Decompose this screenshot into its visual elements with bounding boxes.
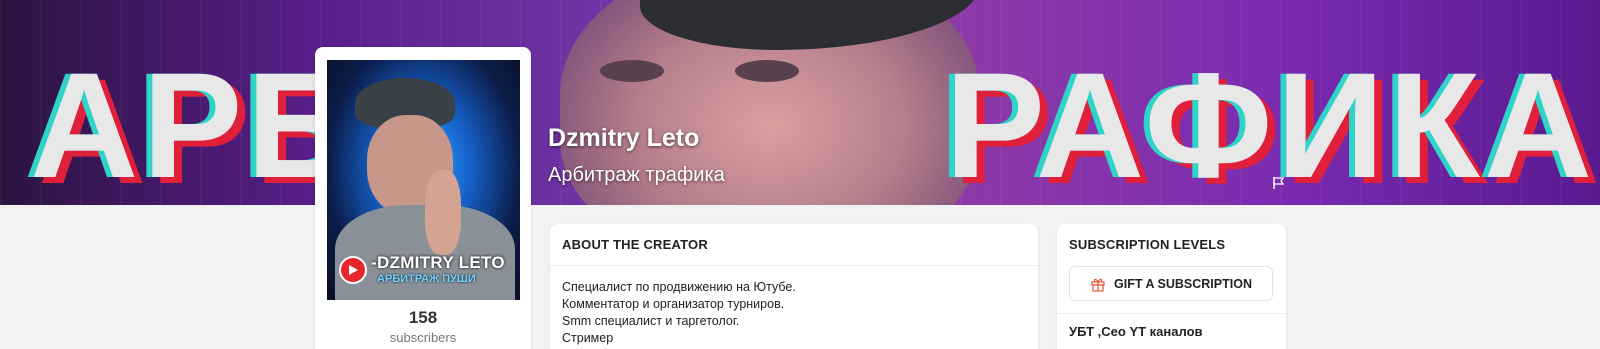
divider <box>1057 313 1286 314</box>
about-line: Smm специалист и таргетолог. <box>562 314 740 328</box>
subscribers-count: 158 <box>408 308 438 327</box>
cover-eye-right <box>735 60 799 82</box>
about-heading: ABOUT THE CREATOR <box>550 224 1038 266</box>
subscribers-label: subscribers <box>389 330 457 345</box>
avatar[interactable]: -DZMITRY LETO АРБИТРАЖ ПУШИ <box>327 60 520 300</box>
about-line: Специалист по продвижению на Ютубе. <box>562 280 796 294</box>
about-creator-card: ABOUT THE CREATOR Специалист по продвиже… <box>550 224 1038 349</box>
gift-subscription-button[interactable]: GIFT A SUBSCRIPTION <box>1069 266 1273 301</box>
avatar-hands <box>425 170 461 255</box>
about-line: Комментатор и организатор турниров. <box>562 297 785 311</box>
gift-button-label: GIFT A SUBSCRIPTION <box>1114 276 1252 291</box>
avatar-title: -DZMITRY LETO <box>371 253 505 272</box>
profile-card: -DZMITRY LETO АРБИТРАЖ ПУШИ 158 subscrib… <box>315 47 531 349</box>
gift-icon <box>1091 278 1105 292</box>
cover-banner-text-left: АРБ <box>30 41 359 205</box>
about-text: Специалист по продвижению на Ютубе. Комм… <box>550 266 1038 349</box>
flag-icon[interactable] <box>1272 176 1286 190</box>
creator-name: Dzmitry Leto <box>548 124 700 152</box>
cover-banner: АРБ РАФИКА Dzmitry Leto Арбитраж трафика <box>0 0 1600 205</box>
about-line: Стример <box>562 331 614 345</box>
subscription-levels-heading: SUBSCRIPTION LEVELS <box>1069 237 1226 252</box>
youtube-icon <box>339 256 367 284</box>
cover-eye-left <box>600 60 664 82</box>
avatar-subtitle: АРБИТРАЖ ПУШИ <box>377 273 476 285</box>
subscription-levels-card: SUBSCRIPTION LEVELS GIFT A SUBSCRIPTION … <box>1057 224 1286 349</box>
creator-tagline: Арбитраж трафика <box>548 164 725 186</box>
subscription-level-name[interactable]: УБТ ,Сео YT каналов <box>1069 324 1203 339</box>
cover-banner-text-right: РАФИКА <box>945 41 1597 205</box>
